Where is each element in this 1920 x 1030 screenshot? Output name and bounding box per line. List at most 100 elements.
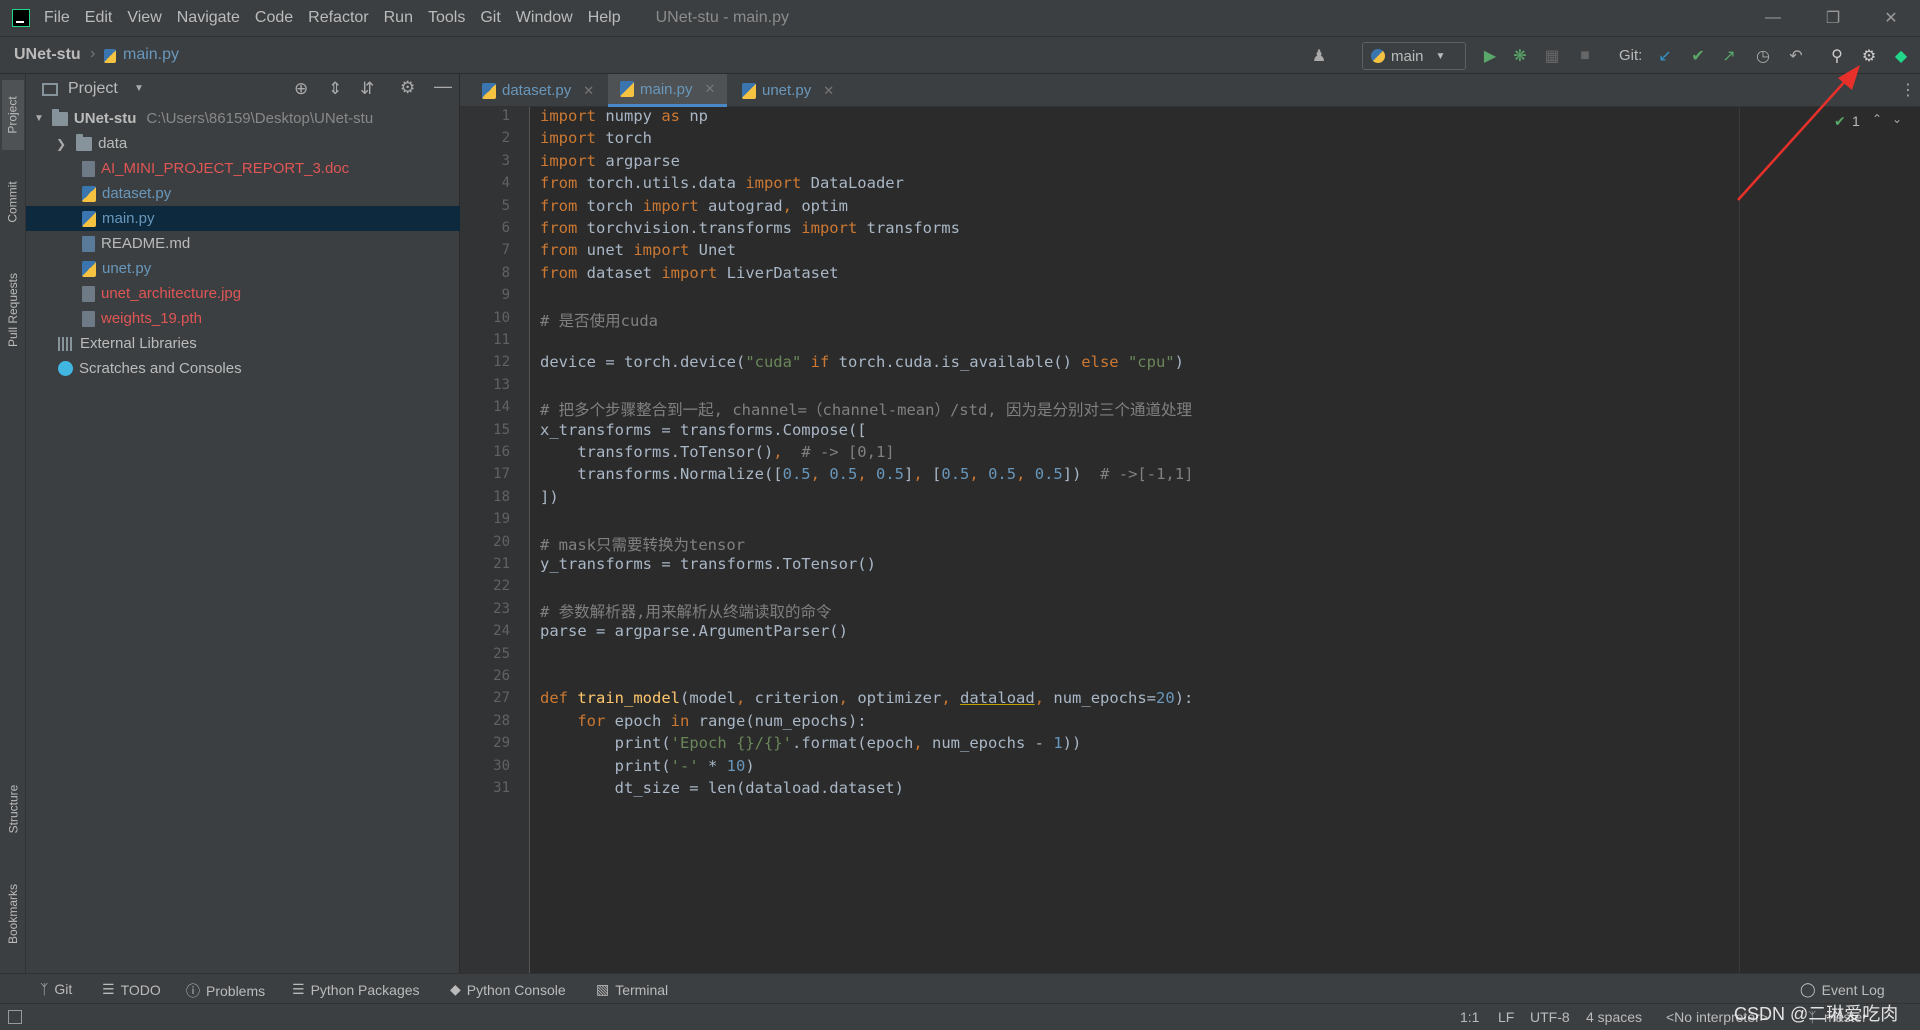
tree-item-readme[interactable]: README.md <box>26 231 460 256</box>
tree-item-data[interactable]: ❯ data <box>26 131 460 156</box>
tree-item-architecture-jpg[interactable]: unet_architecture.jpg <box>26 281 460 306</box>
code-line[interactable]: import argparse <box>540 152 680 170</box>
indent-setting[interactable]: 4 spaces <box>1586 1009 1642 1025</box>
restore-button[interactable]: ❐ <box>1810 0 1856 36</box>
code-line[interactable]: # 是否使用cuda <box>540 309 658 331</box>
code-line[interactable]: ]) <box>540 488 559 506</box>
code-editor[interactable]: ✔ 1 ⌃ ⌄ 1 import numpy as np 2 import torch… <box>460 107 1920 973</box>
tree-item-main-py[interactable]: main.py <box>26 206 460 231</box>
close-button[interactable]: ✕ <box>1868 0 1914 36</box>
debug-icon[interactable]: ❋ <box>1509 45 1531 67</box>
previous-highlight-icon[interactable]: ⌃ <box>1872 112 1882 126</box>
gear-icon[interactable]: ⚙ <box>400 78 415 98</box>
code-line[interactable]: # mask只需要转换为tensor <box>540 533 745 555</box>
menu-view[interactable]: View <box>127 9 161 27</box>
code-line[interactable]: import torch <box>540 129 652 147</box>
tab-unet-py[interactable]: unet.py ✕ <box>730 74 846 107</box>
python-packages-tool-button[interactable]: ☰ Python Packages <box>292 981 420 998</box>
file-encoding[interactable]: UTF-8 <box>1530 1009 1570 1025</box>
code-line[interactable]: for epoch in range(num_epochs): <box>540 712 866 730</box>
run-config-select[interactable]: main ▼ <box>1362 42 1466 70</box>
tree-root[interactable]: ▼ UNet-stu C:\Users\86159\Desktop\UNet-s… <box>26 106 460 131</box>
terminal-tool-button[interactable]: ▧ Terminal <box>596 981 668 998</box>
stop-icon[interactable]: ■ <box>1574 45 1596 67</box>
event-log-tool-button[interactable]: ◯ Event Log <box>1800 981 1885 998</box>
coverage-icon[interactable]: ▦ <box>1541 45 1563 67</box>
project-panel-title[interactable]: Project <box>68 80 118 98</box>
menu-run[interactable]: Run <box>384 9 413 27</box>
collapse-all-icon[interactable]: ⇵ <box>360 79 374 99</box>
code-line[interactable]: # 参数解析器,用来解析从终端读取的命令 <box>540 600 832 622</box>
editor-scrollbar[interactable] <box>1907 107 1920 973</box>
tab-main-py[interactable]: main.py ✕ <box>608 74 728 107</box>
minimize-button[interactable]: — <box>1750 0 1796 36</box>
line-number: 30 <box>493 757 510 774</box>
code-line[interactable]: x_transforms = transforms.Compose([ <box>540 421 867 439</box>
code-line[interactable]: parse = argparse.ArgumentParser() <box>540 622 848 640</box>
menu-tools[interactable]: Tools <box>428 9 465 27</box>
next-highlight-icon[interactable]: ⌄ <box>1892 112 1902 126</box>
breadcrumb-file[interactable]: main.py <box>123 46 179 64</box>
menu-git[interactable]: Git <box>480 9 500 27</box>
tree-item-report-doc[interactable]: AI_MINI_PROJECT_REPORT_3.doc <box>26 156 460 181</box>
more-tabs-icon[interactable]: ⋮ <box>1900 80 1916 100</box>
close-icon[interactable]: ✕ <box>583 83 594 99</box>
todo-tool-button[interactable]: ☰ TODO <box>102 981 161 998</box>
run-icon[interactable]: ▶ <box>1479 45 1501 67</box>
code-line[interactable]: from torch import autograd, optim <box>540 197 848 215</box>
code-line[interactable]: transforms.ToTensor(), # -> [0,1] <box>540 443 894 461</box>
folder-icon <box>51 108 68 126</box>
code-line[interactable]: device = torch.device("cuda" if torch.cu… <box>540 353 1184 371</box>
git-commit-icon[interactable]: ✔ <box>1687 45 1709 67</box>
tree-item-scratches[interactable]: Scratches and Consoles <box>26 356 460 381</box>
code-line[interactable]: print('-' * 10) <box>540 757 755 775</box>
pull-requests-tool-tab[interactable]: Pull Requests <box>2 250 24 370</box>
pycharm-updates-icon[interactable]: ◆ <box>1890 45 1912 67</box>
chevron-down-icon[interactable]: ▼ <box>134 83 144 94</box>
problems-tool-button[interactable]: ⓘ Problems <box>186 981 265 1001</box>
document-icon <box>82 160 95 177</box>
menu-file[interactable]: File <box>44 9 70 27</box>
hide-panel-icon[interactable]: — <box>434 76 452 97</box>
close-icon[interactable]: ✕ <box>705 81 716 97</box>
menu-code[interactable]: Code <box>255 9 293 27</box>
code-line[interactable]: def train_model(model, criterion, optimi… <box>540 689 1193 707</box>
tree-item-unet-py[interactable]: unet.py <box>26 256 460 281</box>
git-tool-button[interactable]: ᛉ Git <box>40 981 72 997</box>
code-line[interactable]: print('Epoch {}/{}'.format(epoch, num_ep… <box>540 734 1082 752</box>
code-line[interactable]: import numpy as np <box>540 107 708 125</box>
code-line[interactable]: transforms.Normalize([0.5, 0.5, 0.5], [0… <box>540 465 1193 483</box>
locate-icon[interactable]: ⊕ <box>294 79 308 99</box>
menu-edit[interactable]: Edit <box>85 9 113 27</box>
tree-item-external-libraries[interactable]: External Libraries <box>26 331 460 356</box>
bookmarks-tool-tab[interactable]: Bookmarks <box>2 864 24 964</box>
tab-dataset-py[interactable]: dataset.py ✕ <box>470 74 606 107</box>
commit-tool-tab[interactable]: Commit <box>2 162 24 242</box>
tree-item-dataset-py[interactable]: dataset.py <box>26 181 460 206</box>
line-number: 7 <box>501 242 510 259</box>
menu-window[interactable]: Window <box>516 9 573 27</box>
line-number: 20 <box>493 533 510 550</box>
project-tool-tab[interactable]: Project <box>2 80 24 150</box>
line-separator[interactable]: LF <box>1498 1009 1514 1025</box>
code-line[interactable]: from torch.utils.data import DataLoader <box>540 174 904 192</box>
breadcrumb-project[interactable]: UNet-stu <box>14 46 81 64</box>
code-line[interactable]: from unet import Unet <box>540 241 736 259</box>
menu-navigate[interactable]: Navigate <box>177 9 240 27</box>
user-icon[interactable]: ♟ <box>1308 45 1330 67</box>
git-update-icon[interactable]: ↙ <box>1654 45 1676 67</box>
close-icon[interactable]: ✕ <box>823 83 834 99</box>
expand-all-icon[interactable]: ⇕ <box>328 79 342 99</box>
code-line[interactable]: # 把多个步骤整合到一起, channel=（channel-mean）/std… <box>540 398 1192 420</box>
code-line[interactable]: from torchvision.transforms import trans… <box>540 219 960 237</box>
tree-item-weights-pth[interactable]: weights_19.pth <box>26 306 460 331</box>
toggle-tool-windows-icon[interactable] <box>8 1010 22 1024</box>
code-line[interactable]: from dataset import LiverDataset <box>540 264 839 282</box>
menu-help[interactable]: Help <box>588 9 621 27</box>
cursor-position[interactable]: 1:1 <box>1460 1009 1479 1025</box>
code-line[interactable]: dt_size = len(dataload.dataset) <box>540 779 904 797</box>
menu-refactor[interactable]: Refactor <box>308 9 368 27</box>
code-line[interactable]: y_transforms = transforms.ToTensor() <box>540 555 876 573</box>
structure-tool-tab[interactable]: Structure <box>2 764 24 854</box>
python-console-tool-button[interactable]: ◆ Python Console <box>450 981 566 998</box>
